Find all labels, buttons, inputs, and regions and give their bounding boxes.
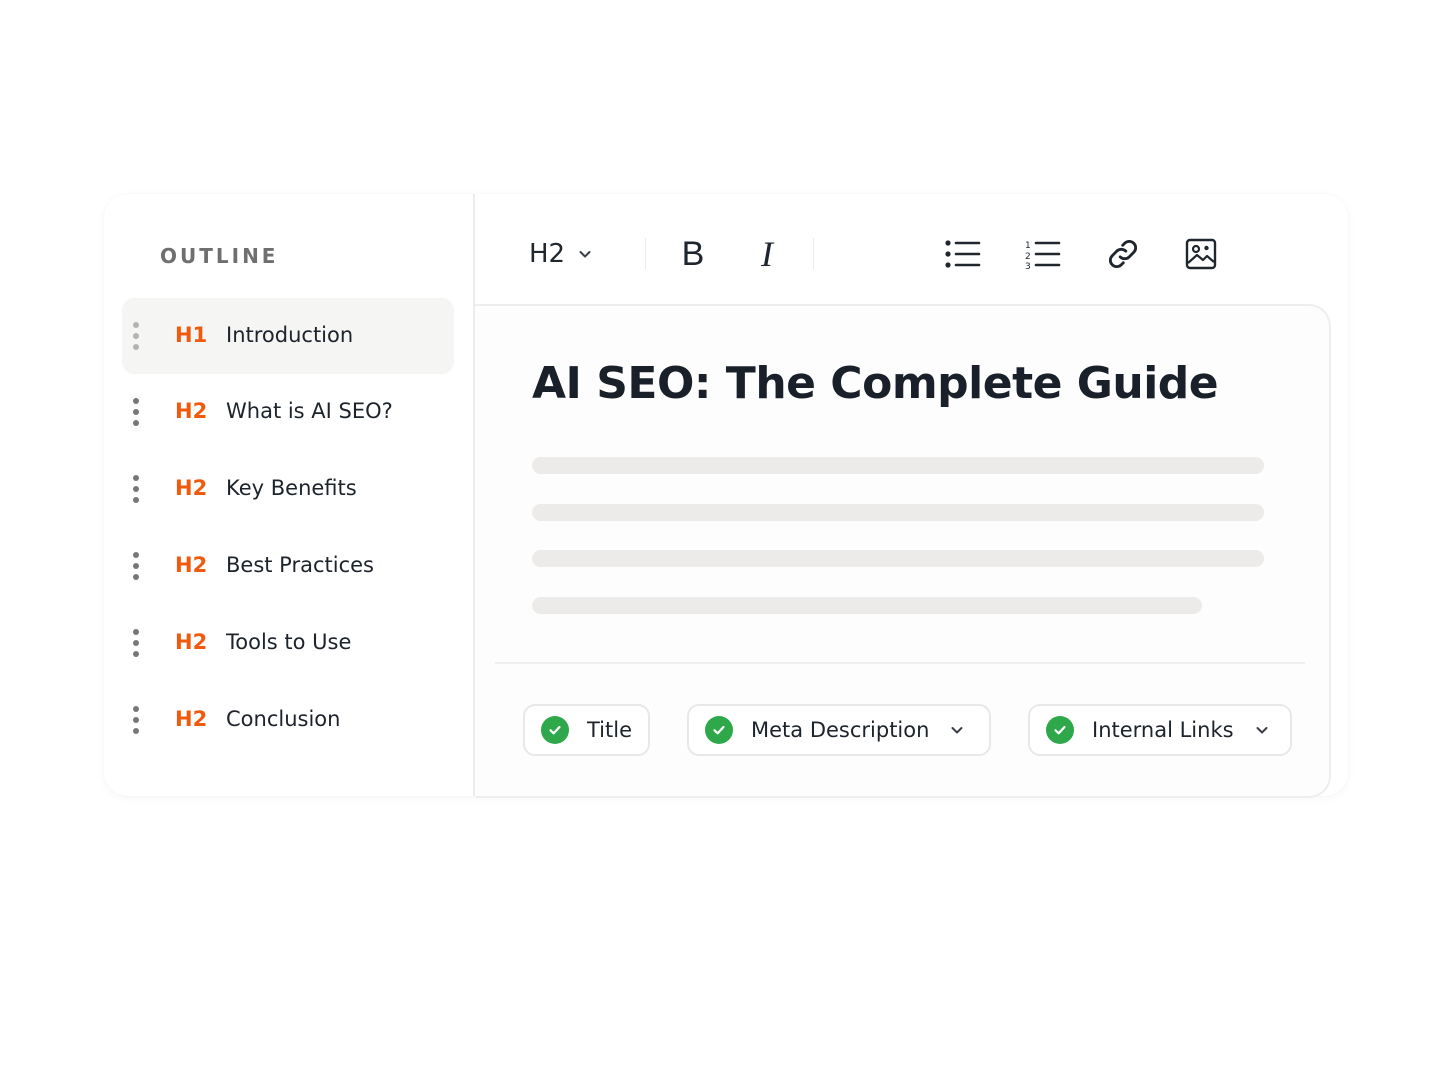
numbered-list-icon: 1 2 3 — [1025, 241, 1061, 269]
chevron-down-icon — [1256, 727, 1268, 734]
editor-area[interactable]: AI SEO: The Complete Guide Title Meta De… — [475, 304, 1331, 798]
svg-text:3: 3 — [1025, 262, 1031, 269]
content-placeholder-line — [532, 504, 1264, 521]
bold-button[interactable]: B — [673, 232, 713, 276]
outline-item-key-benefits[interactable]: H2 Key Benefits — [122, 451, 454, 527]
italic-button[interactable]: I — [747, 232, 787, 276]
heading-level: H2 — [175, 630, 208, 654]
outline-item-best-practices[interactable]: H2 Best Practices — [122, 528, 454, 604]
outline-item-label: Key Benefits — [226, 476, 357, 500]
editor-card: OUTLINE H1 Introduction H2 What is AI SE… — [104, 194, 1348, 798]
heading-level: H2 — [175, 399, 208, 423]
outline-item-label: Best Practices — [226, 553, 374, 577]
check-circle-icon — [705, 716, 733, 744]
outline-item-introduction[interactable]: H1 Introduction — [122, 298, 454, 374]
heading-level: H2 — [175, 707, 208, 731]
numbered-list-button[interactable]: 1 2 3 — [1021, 232, 1065, 276]
heading-select-value: H2 — [529, 239, 566, 269]
outline-item-tools-to-use[interactable]: H2 Tools to Use — [122, 605, 454, 681]
document-title[interactable]: AI SEO: The Complete Guide — [532, 358, 1219, 409]
image-button[interactable] — [1179, 232, 1223, 276]
link-button[interactable] — [1101, 232, 1145, 276]
content-placeholder-line — [532, 597, 1202, 614]
heading-level: H2 — [175, 553, 208, 577]
check-meta-description-chip[interactable]: Meta Description — [687, 704, 991, 756]
chevron-down-icon — [579, 251, 591, 258]
drag-handle-icon[interactable] — [133, 398, 139, 426]
check-circle-icon — [541, 716, 569, 744]
drag-handle-icon[interactable] — [133, 706, 139, 734]
chip-label: Title — [587, 718, 633, 742]
bullet-list-icon — [945, 240, 981, 268]
link-icon — [1109, 240, 1137, 268]
drag-handle-icon[interactable] — [133, 322, 139, 350]
divider — [495, 662, 1305, 664]
outline-item-label: Conclusion — [226, 707, 341, 731]
chip-label: Meta Description — [751, 718, 930, 742]
content-placeholder-line — [532, 457, 1264, 474]
chip-label: Internal Links — [1092, 718, 1234, 742]
check-circle-icon — [1046, 716, 1074, 744]
bullet-list-button[interactable] — [941, 232, 985, 276]
outline-item-conclusion[interactable]: H2 Conclusion — [122, 682, 454, 758]
toolbar-divider — [813, 238, 814, 270]
drag-handle-icon[interactable] — [133, 475, 139, 503]
outline-item-label: Introduction — [226, 323, 354, 347]
outline-item-label: What is AI SEO? — [226, 399, 393, 423]
check-title-chip[interactable]: Title — [523, 704, 650, 756]
heading-level: H2 — [175, 476, 208, 500]
outline-item-what-is-ai-seo[interactable]: H2 What is AI SEO? — [122, 374, 454, 450]
heading-level: H1 — [175, 323, 208, 347]
image-icon — [1185, 238, 1217, 270]
heading-select[interactable]: H2 — [529, 232, 619, 276]
outline-title: OUTLINE — [160, 244, 279, 268]
drag-handle-icon[interactable] — [133, 629, 139, 657]
outline-sidebar: OUTLINE H1 Introduction H2 What is AI SE… — [104, 194, 475, 796]
drag-handle-icon[interactable] — [133, 552, 139, 580]
content-placeholder-line — [532, 550, 1264, 567]
svg-text:1: 1 — [1025, 241, 1031, 251]
chevron-down-icon — [951, 727, 963, 734]
outline-item-label: Tools to Use — [226, 630, 352, 654]
toolbar-divider — [645, 238, 646, 270]
svg-text:2: 2 — [1025, 252, 1031, 262]
formatting-toolbar: H2 B I 1 2 3 — [475, 194, 1348, 304]
check-internal-links-chip[interactable]: Internal Links — [1028, 704, 1292, 756]
